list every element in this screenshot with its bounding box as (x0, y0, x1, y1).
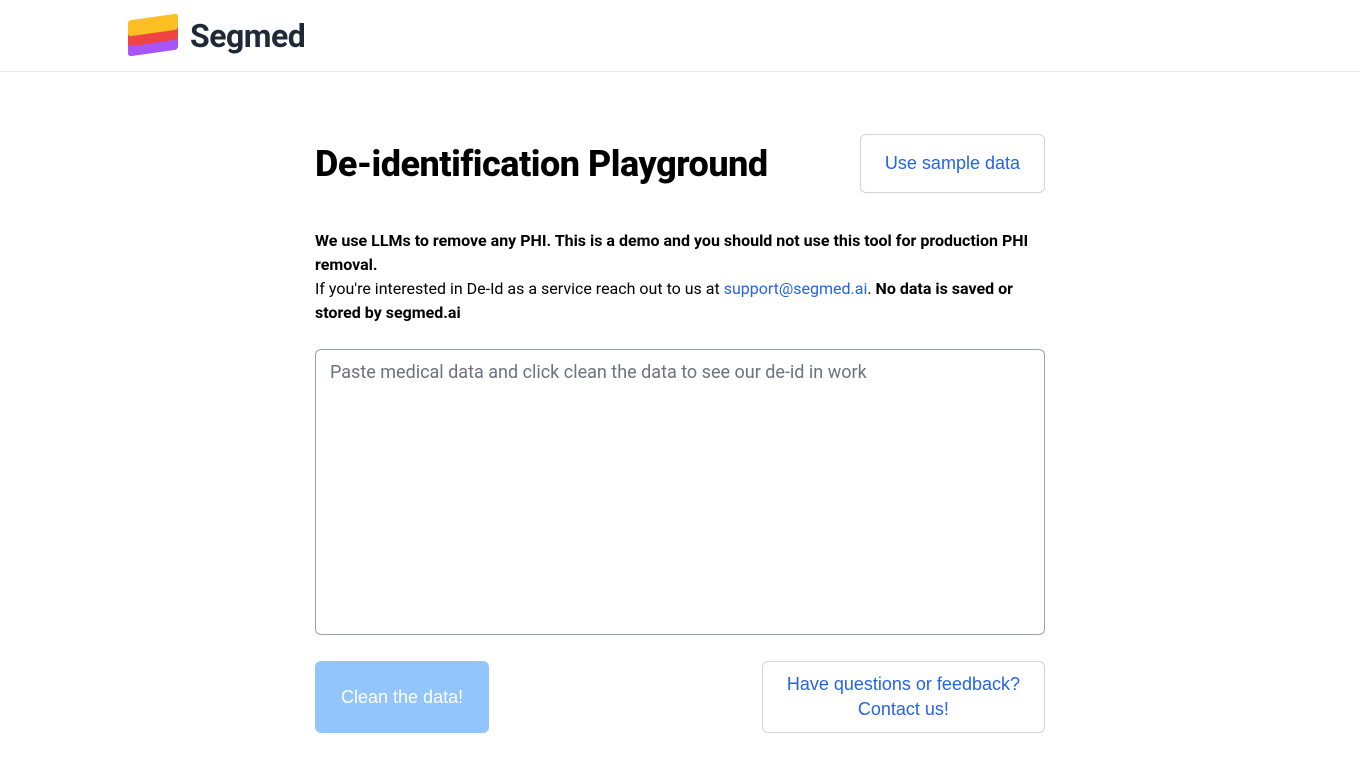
brand-name: Segmed (190, 17, 305, 55)
description-line2-prefix: If you're interested in De-Id as a servi… (315, 279, 724, 298)
page-title: De-identification Playground (315, 143, 768, 185)
support-email-link[interactable]: support@segmed.ai (724, 279, 868, 298)
brand-logo[interactable]: Segmed (128, 17, 305, 55)
description-bold-intro: We use LLMs to remove any PHI. This is a… (315, 231, 1028, 274)
action-row: Clean the data! Have questions or feedba… (315, 661, 1045, 733)
medical-data-input[interactable] (315, 349, 1045, 635)
feedback-contact-button[interactable]: Have questions or feedback? Contact us! (762, 661, 1045, 733)
feedback-line1: Have questions or feedback? (787, 672, 1020, 697)
feedback-line2: Contact us! (787, 697, 1020, 722)
description-after-email: . (867, 279, 875, 298)
title-row: De-identification Playground Use sample … (315, 134, 1045, 193)
segmed-logo-icon (128, 17, 178, 55)
clean-data-button[interactable]: Clean the data! (315, 661, 489, 733)
description-text: We use LLMs to remove any PHI. This is a… (315, 229, 1045, 325)
main-content: De-identification Playground Use sample … (315, 72, 1045, 733)
app-header: Segmed (0, 0, 1360, 72)
use-sample-data-button[interactable]: Use sample data (860, 134, 1045, 193)
